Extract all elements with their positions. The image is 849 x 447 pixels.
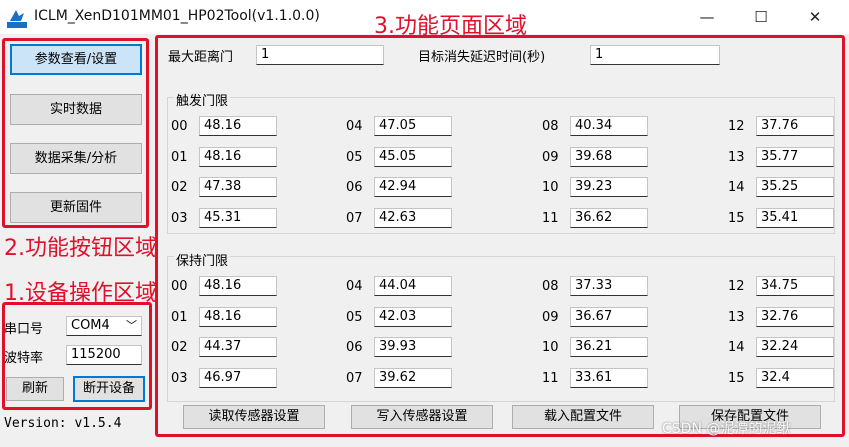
trigger-gate-field[interactable]: 47.05 — [374, 116, 452, 136]
hold-gate-label: 13 — [728, 309, 745, 325]
trigger-gate-field[interactable]: 45.05 — [374, 146, 452, 167]
hold-gate-field[interactable]: 39.62 — [374, 367, 452, 388]
hold-gate-field[interactable]: 36.67 — [570, 306, 648, 327]
params-button[interactable]: 参数查看/设置 — [10, 44, 142, 75]
trigger-gate-field[interactable]: 42.94 — [374, 177, 452, 197]
hold-gate-field[interactable]: 46.97 — [199, 367, 277, 388]
trigger-gate-label: 04 — [346, 119, 363, 134]
app-logo-icon — [6, 7, 28, 29]
trigger-gate-label: 03 — [171, 210, 188, 226]
trigger-gate-field[interactable]: 35.25 — [756, 177, 834, 197]
trigger-gate-label: 15 — [728, 210, 745, 226]
max-distance-field[interactable]: 1 — [256, 45, 384, 65]
hold-gate-field[interactable]: 34.75 — [756, 276, 834, 296]
hold-gate-field[interactable]: 44.04 — [374, 276, 452, 296]
maximize-button[interactable]: ☐ — [742, 4, 780, 30]
hold-gate-field[interactable]: 48.16 — [199, 276, 277, 296]
trigger-gate-label: 12 — [728, 119, 745, 134]
trigger-gate-label: 06 — [346, 180, 363, 195]
version-text: Version: v1.5.4 — [4, 416, 122, 431]
baud-field[interactable]: 115200 — [66, 345, 142, 365]
hold-gate-label: 15 — [728, 370, 745, 386]
delay-label: 目标消失延迟时间(秒) — [418, 50, 546, 65]
hold-gate-label: 07 — [346, 370, 363, 386]
trigger-gate-field[interactable]: 39.68 — [570, 146, 648, 167]
trigger-gate-field[interactable]: 40.34 — [570, 116, 648, 136]
read-sensor-settings-button[interactable]: 读取传感器设置 — [183, 405, 325, 429]
collect-analyze-button[interactable]: 数据采集/分析 — [10, 143, 142, 174]
trigger-gate-label: 13 — [728, 149, 745, 165]
hold-gate-label: 14 — [728, 340, 745, 355]
hold-gate-label: 09 — [542, 309, 559, 325]
trigger-gate-label: 09 — [542, 149, 559, 165]
trigger-gate-label: 11 — [542, 210, 559, 226]
hold-gate-field[interactable]: 33.61 — [570, 367, 648, 388]
trigger-gate-label: 07 — [346, 210, 363, 226]
port-value: COM4 — [71, 318, 110, 333]
hold-threshold-title: 保持门限 — [174, 250, 231, 269]
hold-gate-label: 03 — [171, 370, 188, 386]
max-distance-label: 最大距离门 — [168, 50, 234, 65]
load-config-button[interactable]: 载入配置文件 — [512, 405, 654, 429]
trigger-gate-field[interactable]: 42.63 — [374, 207, 452, 228]
trigger-gate-label: 05 — [346, 149, 363, 165]
function-page-area-label: 3.功能页面区域 — [374, 14, 527, 39]
trigger-gate-field[interactable]: 35.77 — [756, 146, 834, 167]
trigger-gate-label: 00 — [171, 119, 188, 134]
trigger-threshold-title: 触发门限 — [174, 90, 231, 109]
function-buttons-area-label: 2.功能按钮区域 — [4, 236, 157, 261]
hold-gate-label: 06 — [346, 340, 363, 355]
chevron-down-icon: ﹀ — [126, 319, 137, 332]
minimize-button[interactable]: — — [688, 4, 726, 30]
hold-gate-label: 00 — [171, 279, 188, 294]
hold-gate-label: 12 — [728, 279, 745, 294]
port-label: 串口号 — [4, 322, 44, 337]
hold-gate-label: 04 — [346, 279, 363, 294]
trigger-gate-label: 14 — [728, 180, 745, 195]
hold-gate-label: 02 — [171, 340, 188, 355]
hold-gate-label: 05 — [346, 309, 363, 325]
hold-gate-label: 10 — [542, 340, 559, 355]
trigger-gate-label: 08 — [542, 119, 559, 134]
delay-field[interactable]: 1 — [590, 45, 720, 65]
update-firmware-button[interactable]: 更新固件 — [10, 192, 142, 223]
write-sensor-settings-button[interactable]: 写入传感器设置 — [351, 405, 493, 429]
trigger-gate-label: 02 — [171, 180, 188, 195]
hold-gate-field[interactable]: 36.21 — [570, 337, 648, 357]
hold-gate-label: 11 — [542, 370, 559, 386]
refresh-button[interactable]: 刷新 — [6, 377, 64, 401]
hold-gate-field[interactable]: 42.03 — [374, 306, 452, 327]
device-area-label: 1.设备操作区域 — [4, 281, 157, 306]
realtime-button[interactable]: 实时数据 — [10, 94, 142, 125]
watermark: CSDN @泥潭的泥鳅 — [662, 421, 791, 437]
trigger-gate-field[interactable]: 47.38 — [199, 177, 277, 197]
hold-gate-field[interactable]: 32.76 — [756, 306, 834, 327]
hold-gate-label: 01 — [171, 309, 188, 325]
window-title: ICLM_XenD101MM01_HP02Tool(v1.1.0.0) — [34, 8, 320, 24]
port-select[interactable]: COM4 ﹀ — [66, 316, 142, 336]
trigger-gate-field[interactable]: 48.16 — [199, 116, 277, 136]
trigger-gate-field[interactable]: 37.76 — [756, 116, 834, 136]
trigger-gate-label: 01 — [171, 149, 188, 165]
disconnect-button[interactable]: 断开设备 — [73, 376, 145, 402]
hold-gate-field[interactable]: 48.16 — [199, 306, 277, 327]
baud-label: 波特率 — [4, 351, 44, 366]
hold-gate-label: 08 — [542, 279, 559, 294]
hold-gate-field[interactable]: 44.37 — [199, 337, 277, 357]
trigger-gate-field[interactable]: 48.16 — [199, 146, 277, 167]
trigger-gate-field[interactable]: 39.23 — [570, 177, 648, 197]
hold-gate-field[interactable]: 39.93 — [374, 337, 452, 357]
trigger-gate-label: 10 — [542, 180, 559, 195]
hold-gate-field[interactable]: 32.24 — [756, 337, 834, 357]
trigger-gate-field[interactable]: 45.31 — [199, 207, 277, 228]
hold-gate-field[interactable]: 32.4 — [756, 367, 834, 388]
hold-gate-field[interactable]: 37.33 — [570, 276, 648, 296]
close-button[interactable]: ✕ — [796, 4, 834, 30]
trigger-gate-field[interactable]: 35.41 — [756, 207, 834, 228]
trigger-gate-field[interactable]: 36.62 — [570, 207, 648, 228]
